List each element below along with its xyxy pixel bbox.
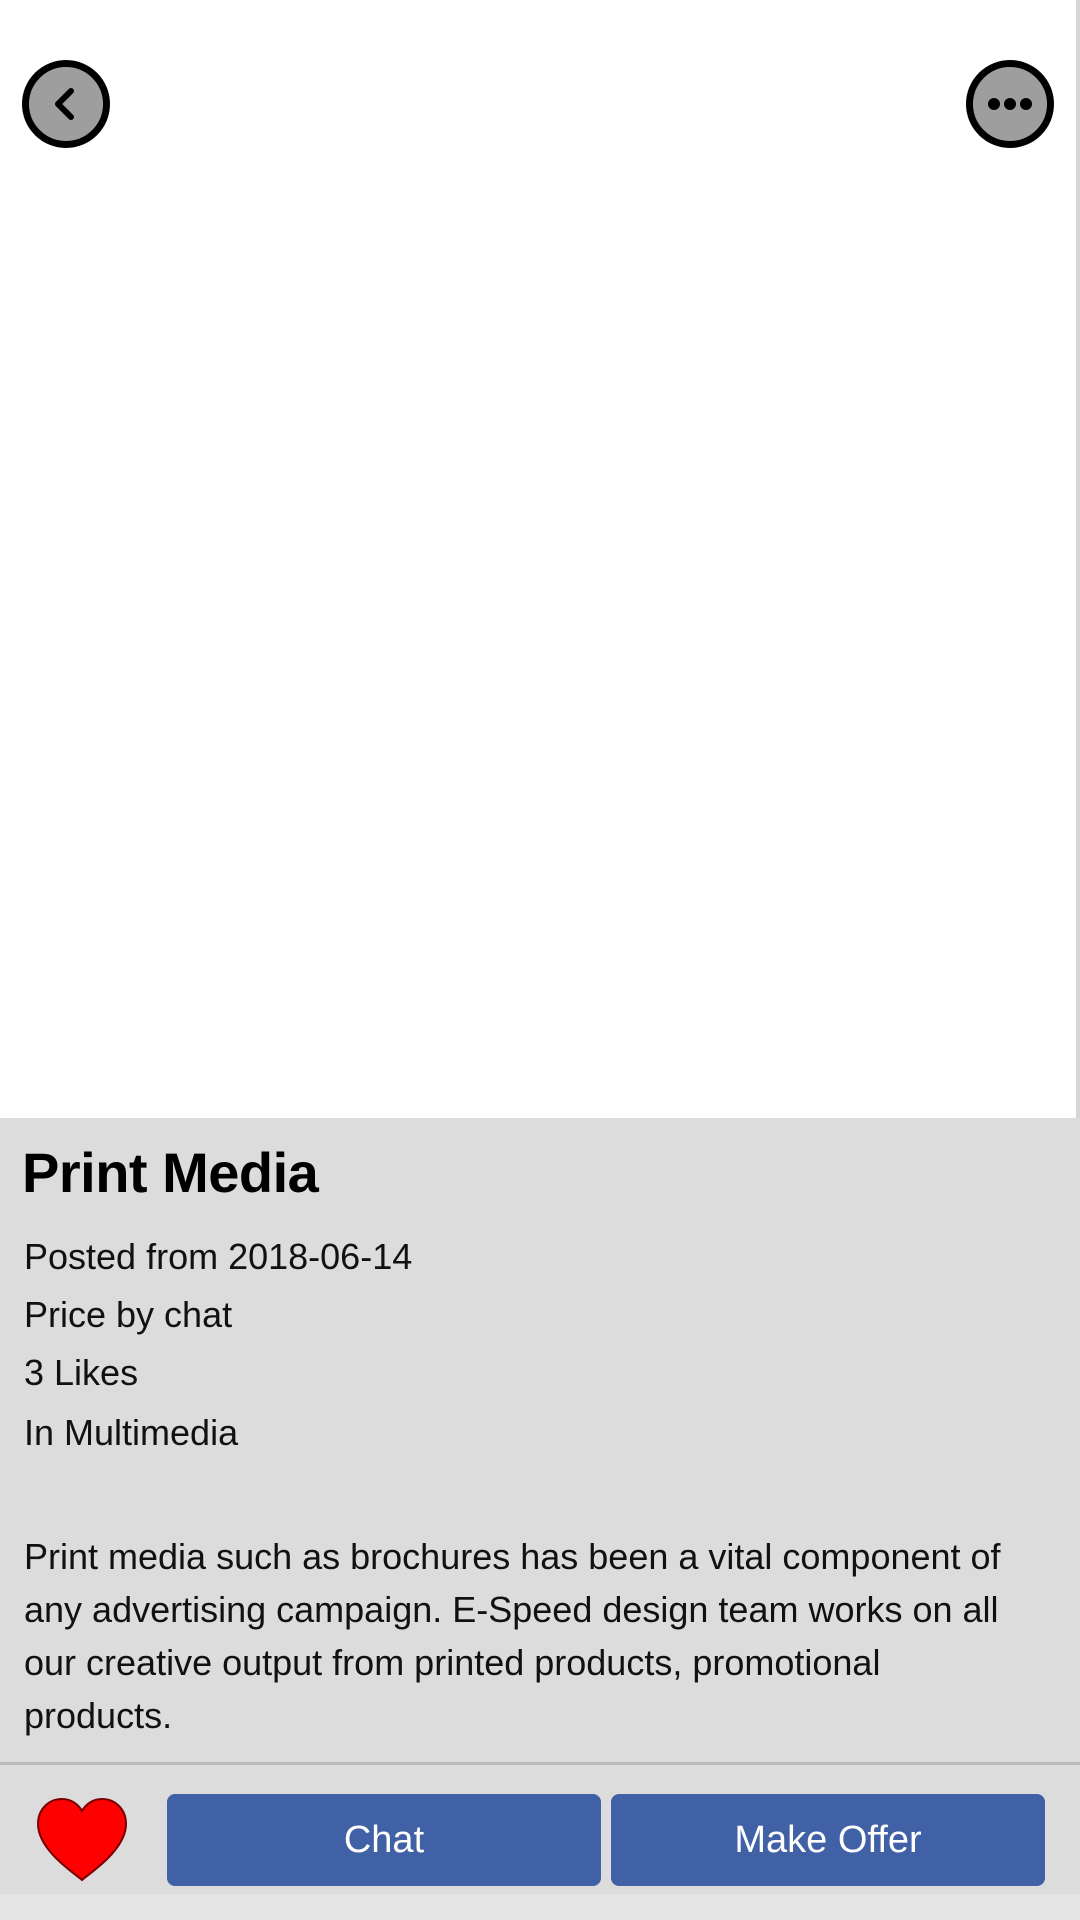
likes-count: 3 Likes [24, 1352, 139, 1393]
price-info: Price by chat [24, 1294, 233, 1335]
listing-description: Print media such as brochures has been a… [24, 1536, 1001, 1736]
listing-title: Print Media [22, 1141, 319, 1204]
listing-detail-screen: Print Media Posted from 2018-06-14 Price… [0, 0, 1080, 1920]
like-button[interactable] [34, 1796, 130, 1884]
chevron-left-icon [55, 88, 74, 120]
category-label: In Multimedia [24, 1412, 239, 1453]
chat-button[interactable]: Chat [167, 1794, 601, 1886]
more-options-button[interactable] [966, 60, 1054, 148]
listing-image-area [0, 0, 1076, 1118]
heart-icon [36, 1797, 128, 1882]
make-offer-button[interactable]: Make Offer [611, 1794, 1045, 1886]
back-button[interactable] [22, 60, 110, 148]
posted-date: Posted from 2018-06-14 [24, 1236, 413, 1277]
more-horizontal-icon [988, 98, 1032, 110]
bottom-bar-footer [0, 1894, 1080, 1920]
